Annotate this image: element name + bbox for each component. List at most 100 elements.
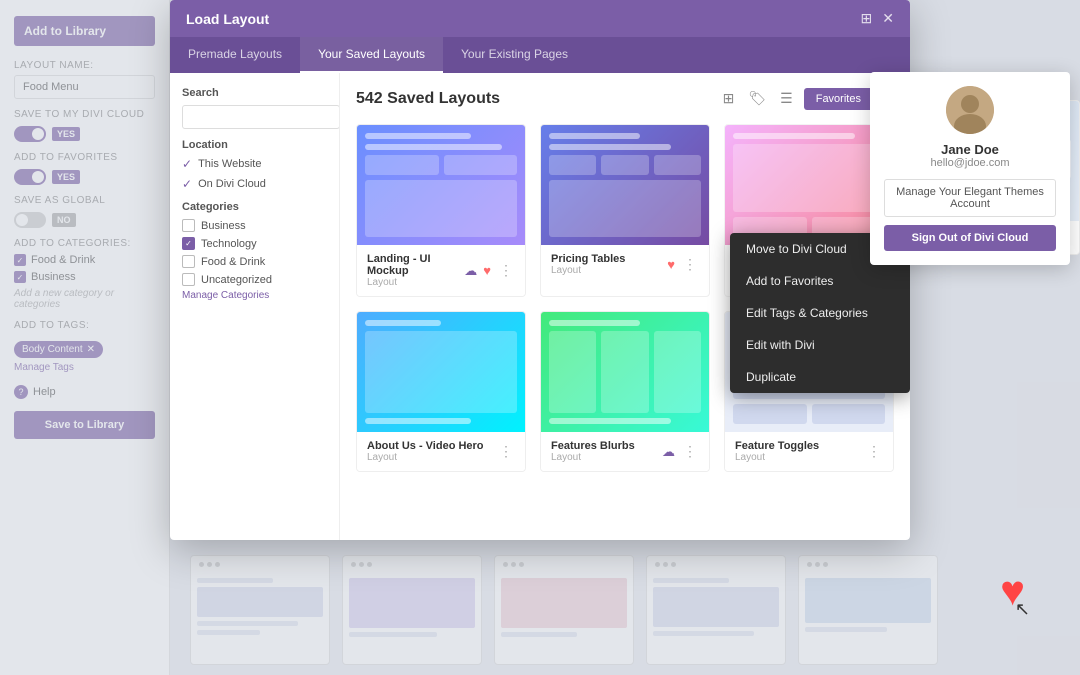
layout-name-4: About Us - Video Hero (367, 440, 484, 452)
layout-name-2: Pricing Tables (551, 253, 625, 265)
category-filter-technology[interactable]: Technology (182, 237, 327, 250)
modal-title: Load Layout (186, 11, 269, 27)
location-divi-cloud[interactable]: ✓ On Divi Cloud (182, 177, 327, 191)
layout-info-2: Pricing Tables Layout ♥ ⋮ (541, 245, 709, 284)
cursor-icon: ↖ (1015, 599, 1030, 620)
layout-info-4: About Us - Video Hero Layout ⋮ (357, 432, 525, 471)
context-menu-item-label-4: Edit with Divi (746, 338, 815, 352)
layout-name-6: Feature Toggles (735, 440, 819, 452)
cloud-icon-5: ☁ (662, 444, 675, 460)
more-button-4[interactable]: ⋮ (497, 443, 515, 460)
cat-checkbox-food-drink (182, 255, 195, 268)
context-menu-item-label-1: Move to Divi Cloud (746, 242, 847, 256)
layout-actions-4: ⋮ (497, 443, 515, 460)
layout-actions-2: ♥ ⋮ (667, 256, 699, 273)
tab-saved-layouts[interactable]: Your Saved Layouts (300, 37, 443, 73)
search-section-title: Search (182, 87, 327, 99)
heart-icon-1[interactable]: ♥ (483, 263, 491, 278)
filter-panel: Search + Filter Location ✓ This Website … (170, 73, 340, 540)
modal-settings-icon[interactable]: ⊞ (861, 10, 873, 27)
load-layout-modal: Load Layout ⊞ ✕ Premade Layouts Your Sav… (170, 0, 910, 540)
context-menu-item-label-5: Duplicate (746, 370, 796, 384)
context-menu-add-to-favorites[interactable]: Add to Favorites (730, 265, 910, 297)
layout-info-6: Feature Toggles Layout ⋮ (725, 432, 893, 471)
modal-tabs: Premade Layouts Your Saved Layouts Your … (170, 37, 910, 73)
modal-close-button[interactable]: ✕ (882, 10, 894, 27)
grid-view-button[interactable]: ⊞ (720, 87, 738, 110)
categories-section-title: Categories (182, 201, 327, 213)
layout-info-5: Features Blurbs Layout ☁ ⋮ (541, 432, 709, 471)
layout-type-1: Layout (367, 277, 464, 288)
layout-card-4[interactable]: About Us - Video Hero Layout ⋮ (356, 311, 526, 472)
context-menu-edit-with-divi[interactable]: Edit with Divi (730, 329, 910, 361)
user-dropdown: Jane Doe hello@jdoe.com Manage Your Eleg… (870, 72, 1070, 265)
location-check-icon-1: ✓ (182, 157, 192, 171)
manage-categories-link[interactable]: Manage Categories (182, 290, 327, 301)
location-this-website[interactable]: ✓ This Website (182, 157, 327, 171)
content-area: 542 Saved Layouts ⊞ 🏷 ☰ Favorites ▸ (340, 73, 910, 540)
context-menu-duplicate[interactable]: Duplicate (730, 361, 910, 393)
more-button-6[interactable]: ⋮ (865, 443, 883, 460)
tag-view-button[interactable]: 🏷 (745, 87, 769, 110)
layout-name-1: Landing - UI Mockup (367, 253, 464, 277)
signout-button[interactable]: Sign Out of Divi Cloud (884, 225, 1056, 251)
cat-checkbox-uncategorized (182, 273, 195, 286)
layout-actions-5: ☁ ⋮ (662, 443, 699, 460)
favorites-button[interactable]: Favorites (804, 88, 873, 110)
tab-existing-pages[interactable]: Your Existing Pages (443, 37, 586, 73)
layout-card-5[interactable]: Features Blurbs Layout ☁ ⋮ (540, 311, 710, 472)
location-text-1: This Website (198, 158, 261, 170)
manage-themes-button[interactable]: Manage Your Elegant Themes Account (884, 179, 1056, 217)
layout-type-4: Layout (367, 452, 484, 463)
layout-type-5: Layout (551, 452, 635, 463)
layout-card-2[interactable]: Pricing Tables Layout ♥ ⋮ (540, 124, 710, 297)
layout-type-2: Layout (551, 265, 625, 276)
context-menu-edit-tags[interactable]: Edit Tags & Categories (730, 297, 910, 329)
modal-body: Search + Filter Location ✓ This Website … (170, 73, 910, 540)
user-avatar (946, 86, 994, 134)
layout-name-5: Features Blurbs (551, 440, 635, 452)
modal-header: Load Layout ⊞ ✕ (170, 0, 910, 37)
context-menu-item-label-3: Edit Tags & Categories (746, 306, 868, 320)
search-row: + Filter (182, 105, 327, 129)
layout-thumb-4 (357, 312, 525, 432)
content-header: 542 Saved Layouts ⊞ 🏷 ☰ Favorites ▸ (356, 87, 894, 110)
cat-checkbox-business (182, 219, 195, 232)
category-filter-business[interactable]: Business (182, 219, 327, 232)
content-title: 542 Saved Layouts (356, 90, 500, 108)
avatar-icon (946, 86, 994, 134)
more-button-1[interactable]: ⋮ (497, 262, 515, 279)
location-section-title: Location (182, 139, 327, 151)
user-name: Jane Doe (884, 142, 1056, 157)
heart-icon-2[interactable]: ♥ (667, 257, 675, 272)
layout-info-1: Landing - UI Mockup Layout ☁ ♥ ⋮ (357, 245, 525, 296)
location-check-icon-2: ✓ (182, 177, 192, 191)
cat-label-technology: Technology (201, 238, 257, 250)
layout-search-input[interactable] (182, 105, 340, 129)
layout-thumb-1 (357, 125, 525, 245)
cat-label-food-drink: Food & Drink (201, 256, 265, 268)
layout-thumb-3 (725, 125, 893, 245)
context-menu-item-label-2: Add to Favorites (746, 274, 833, 288)
heart-cursor-indicator: ♥ ↖ (1000, 567, 1025, 615)
layout-card-1[interactable]: Landing - UI Mockup Layout ☁ ♥ ⋮ (356, 124, 526, 297)
layout-actions-1: ☁ ♥ ⋮ (464, 262, 515, 279)
view-controls: ⊞ 🏷 ☰ Favorites ▸ (720, 87, 894, 110)
tab-premade-layouts[interactable]: Premade Layouts (170, 37, 300, 73)
layout-thumb-5 (541, 312, 709, 432)
category-filter-food-drink[interactable]: Food & Drink (182, 255, 327, 268)
cat-label-uncategorized: Uncategorized (201, 274, 272, 286)
more-button-2[interactable]: ⋮ (681, 256, 699, 273)
modal-header-icons: ⊞ ✕ (861, 10, 894, 27)
user-email: hello@jdoe.com (884, 157, 1056, 169)
more-button-5[interactable]: ⋮ (681, 443, 699, 460)
list-view-button[interactable]: ☰ (777, 87, 796, 110)
layout-actions-6: ⋮ (865, 443, 883, 460)
cat-label-business: Business (201, 220, 246, 232)
cloud-icon-1: ☁ (464, 263, 477, 279)
layout-type-6: Layout (735, 452, 819, 463)
layout-thumb-2 (541, 125, 709, 245)
location-text-2: On Divi Cloud (198, 178, 266, 190)
cat-checkbox-technology (182, 237, 195, 250)
category-filter-uncategorized[interactable]: Uncategorized (182, 273, 327, 286)
